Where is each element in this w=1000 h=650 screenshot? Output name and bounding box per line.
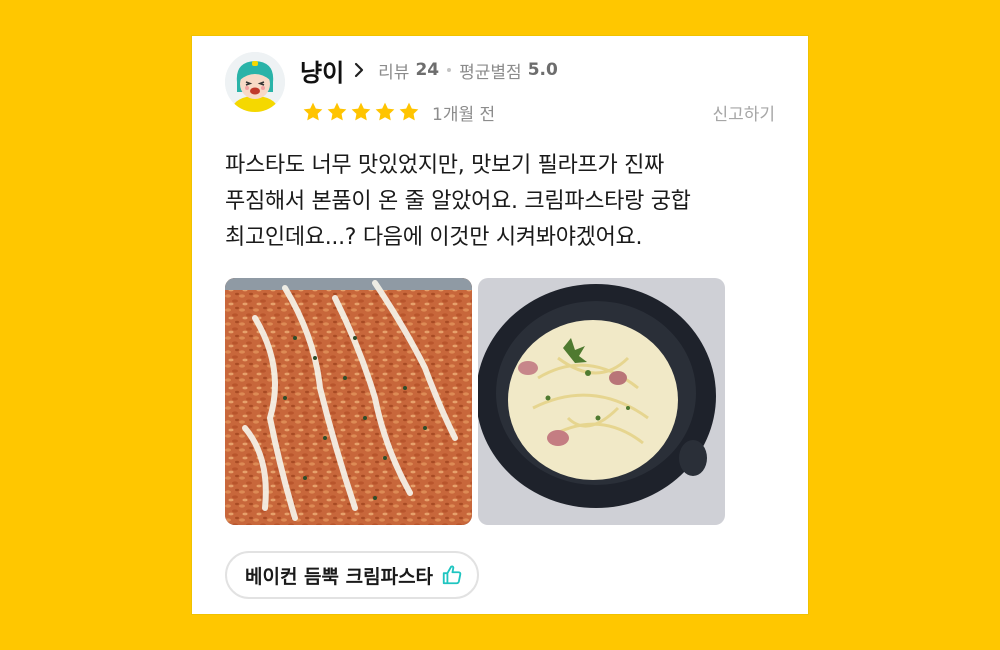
review-photos: [225, 278, 725, 525]
thumbs-up-icon: [441, 564, 463, 586]
star-icon: [351, 102, 371, 121]
review-line: 파스타도 너무 맛있었지만, 맛보기 필라프가 진짜: [225, 153, 664, 178]
star-rating: [302, 101, 422, 123]
review-count-value: 24: [415, 60, 440, 80]
avg-rating-label: 평균별점: [459, 62, 522, 83]
separator-dot: [447, 68, 452, 72]
star-icon: [375, 102, 395, 121]
review-time: 1개월 전: [432, 104, 496, 125]
star-icon: [327, 102, 347, 121]
rating-row: 1개월 전: [302, 98, 495, 126]
menu-tag-label: 베이컨 듬뿍 크림파스타: [245, 565, 434, 588]
review-body: 파스타도 너무 맛있었지만, 맛보기 필라프가 진짜 푸짐해서 본품이 온 줄 …: [225, 148, 785, 256]
review-count-label: 리뷰: [378, 62, 410, 83]
menu-tag-chip[interactable]: 베이컨 듬뿍 크림파스타: [225, 551, 480, 599]
cream-pasta-photo[interactable]: [478, 278, 725, 525]
pilaf-photo[interactable]: [225, 278, 472, 525]
report-button[interactable]: 신고하기: [712, 100, 775, 125]
reviewer-info: 냥이 리뷰 24 평균별점 5.0: [300, 53, 558, 88]
review-line: 푸짐해서 본품이 온 줄 알았어요. 크림파스타랑 궁합: [225, 189, 691, 214]
star-icon: [303, 102, 323, 121]
character-avatar-icon: [225, 52, 285, 112]
avg-rating-value: 5.0: [527, 60, 558, 80]
review-line: 최고인데요...? 다음에 이것만 시켜봐야겠어요.: [225, 225, 643, 250]
chevron-right-icon[interactable]: [354, 62, 364, 78]
review-card: 냥이 리뷰 24 평균별점 5.0 1개월 전 신고하기 파스타도 너무 맛있었…: [191, 35, 809, 615]
avatar[interactable]: [225, 52, 285, 112]
star-icon: [399, 102, 419, 121]
reviewer-name[interactable]: 냥이: [300, 53, 344, 88]
